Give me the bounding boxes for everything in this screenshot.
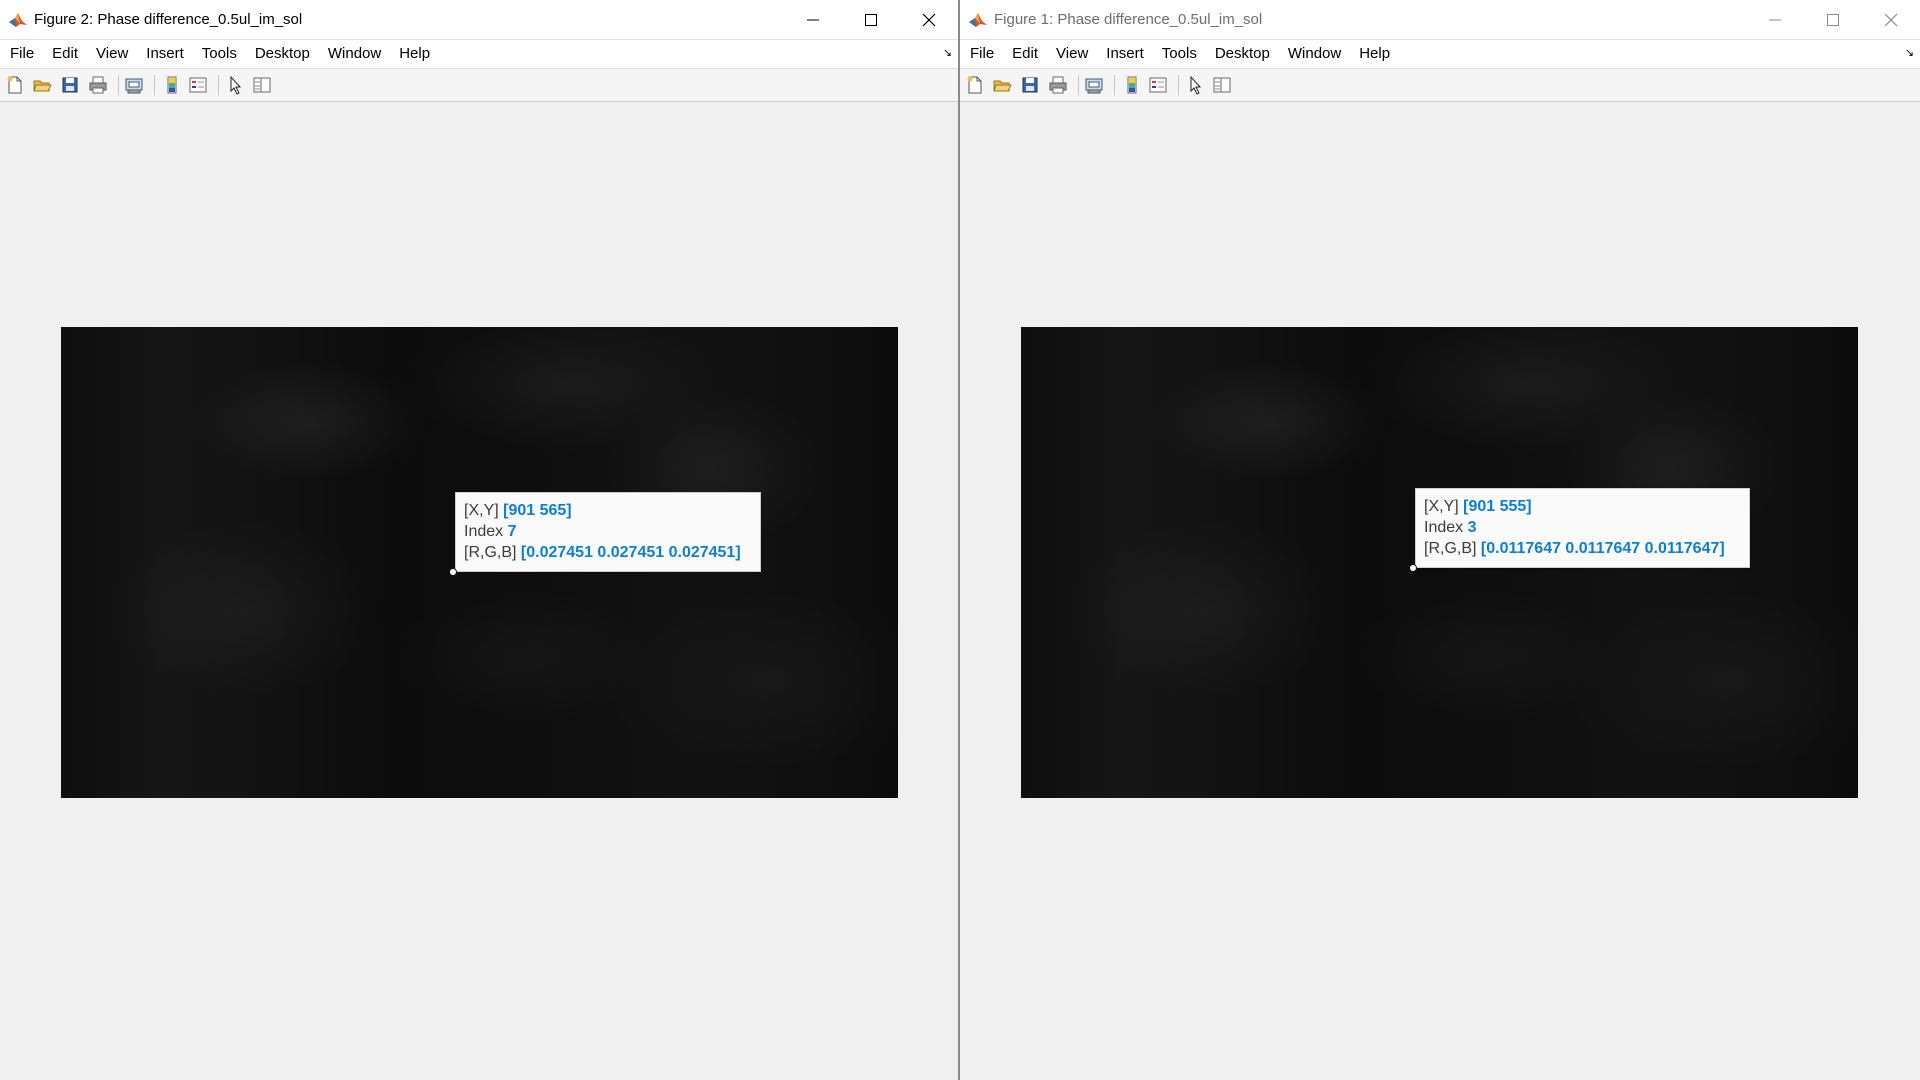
toolbar-separator xyxy=(1178,75,1179,95)
close-icon xyxy=(1884,13,1898,26)
minimize-icon xyxy=(807,19,819,20)
datatip[interactable]: [X,Y] [901 565] Index 7 [R,G,B] [0.02745… xyxy=(455,492,761,572)
menu-desktop[interactable]: Desktop xyxy=(246,40,319,68)
open-file-icon[interactable] xyxy=(992,75,1012,95)
menu-window[interactable]: Window xyxy=(319,40,390,68)
figure-toolbar xyxy=(960,69,1920,102)
menu-view[interactable]: View xyxy=(1047,40,1097,68)
rgb-value: [0.027451 0.027451 0.027451] xyxy=(520,544,741,561)
maximize-icon xyxy=(1827,13,1839,26)
close-button[interactable] xyxy=(1862,0,1920,39)
toolbar-separator xyxy=(1078,75,1079,95)
menu-file[interactable]: File xyxy=(0,40,43,68)
close-icon xyxy=(922,13,936,26)
new-figure-icon[interactable] xyxy=(965,75,985,95)
figure-1-window: Figure 1: Phase difference_0.5ul_im_sol … xyxy=(960,0,1920,1080)
print-icon[interactable] xyxy=(88,75,108,95)
datatip-xy-row: [X,Y] [901 555] xyxy=(1424,496,1742,517)
window-title: Figure 1: Phase difference_0.5ul_im_sol xyxy=(994,11,1263,28)
menu-window[interactable]: Window xyxy=(1279,40,1350,68)
rgb-label: [R,G,B] xyxy=(464,544,517,561)
menu-insert[interactable]: Insert xyxy=(1097,40,1153,68)
xy-label: [X,Y] xyxy=(464,502,499,519)
figure-toolbar xyxy=(0,69,958,102)
figure-2-window: Figure 2: Phase difference_0.5ul_im_sol … xyxy=(0,0,960,1080)
datatip-index-row: Index 7 xyxy=(464,521,753,542)
window-title: Figure 2: Phase difference_0.5ul_im_sol xyxy=(34,11,303,28)
maximize-icon xyxy=(865,13,877,26)
menu-view[interactable]: View xyxy=(87,40,137,68)
print-preview-icon[interactable] xyxy=(1084,75,1104,95)
legend-icon[interactable] xyxy=(188,75,208,95)
datatip-marker[interactable] xyxy=(449,568,457,576)
save-icon[interactable] xyxy=(1020,75,1040,95)
dock-figure-icon[interactable]: ↘ xyxy=(1905,46,1914,59)
xy-value: [901 555] xyxy=(1463,498,1532,515)
close-button[interactable] xyxy=(900,0,958,39)
datatip-rgb-row: [R,G,B] [0.0117647 0.0117647 0.0117647] xyxy=(1424,538,1742,559)
new-figure-icon[interactable] xyxy=(5,75,25,95)
datatip[interactable]: [X,Y] [901 555] Index 3 [R,G,B] [0.01176… xyxy=(1415,488,1750,568)
menu-edit[interactable]: Edit xyxy=(43,40,87,68)
legend-icon[interactable] xyxy=(1148,75,1168,95)
menu-file[interactable]: File xyxy=(960,40,1003,68)
print-preview-icon[interactable] xyxy=(124,75,144,95)
menu-edit[interactable]: Edit xyxy=(1003,40,1047,68)
minimize-button[interactable] xyxy=(1746,0,1804,39)
matlab-icon xyxy=(9,13,27,27)
datatip-marker[interactable] xyxy=(1409,564,1417,572)
index-label: Index xyxy=(1424,519,1464,536)
title-bar[interactable]: Figure 1: Phase difference_0.5ul_im_sol xyxy=(960,0,1920,40)
menu-bar: File Edit View Insert Tools Desktop Window Help… xyxy=(0,40,958,69)
menu-help[interactable]: Help xyxy=(1350,40,1399,68)
rgb-value: [0.0117647 0.0117647 0.0117647] xyxy=(1480,540,1725,557)
menu-insert[interactable]: Insert xyxy=(137,40,193,68)
property-inspector-icon[interactable] xyxy=(252,75,272,95)
menu-desktop[interactable]: Desktop xyxy=(1206,40,1279,68)
toolbar-separator xyxy=(1114,75,1115,95)
edit-plot-icon[interactable] xyxy=(1186,75,1206,95)
colorbar-icon[interactable] xyxy=(162,75,182,95)
toolbar-separator xyxy=(218,75,219,95)
maximize-button[interactable] xyxy=(842,0,900,39)
datatip-index-row: Index 3 xyxy=(1424,517,1742,538)
menu-bar: File Edit View Insert Tools Desktop Window Help… xyxy=(960,40,1920,69)
rgb-label: [R,G,B] xyxy=(1424,540,1477,557)
dock-figure-icon[interactable]: ↘ xyxy=(943,46,952,59)
minimize-button[interactable] xyxy=(784,0,842,39)
title-bar[interactable]: Figure 2: Phase difference_0.5ul_im_sol xyxy=(0,0,958,40)
property-inspector-icon[interactable] xyxy=(1212,75,1232,95)
matlab-icon xyxy=(969,13,987,27)
minimize-icon xyxy=(1769,19,1781,20)
toolbar-separator xyxy=(118,75,119,95)
colorbar-icon[interactable] xyxy=(1122,75,1142,95)
xy-value: [901 565] xyxy=(503,502,572,519)
save-icon[interactable] xyxy=(60,75,80,95)
menu-help[interactable]: Help xyxy=(390,40,439,68)
index-value: 3 xyxy=(1467,519,1477,536)
datatip-rgb-row: [R,G,B] [0.027451 0.027451 0.027451] xyxy=(464,542,753,563)
index-label: Index xyxy=(464,523,504,540)
menu-tools[interactable]: Tools xyxy=(193,40,246,68)
xy-label: [X,Y] xyxy=(1424,498,1459,515)
edit-plot-icon[interactable] xyxy=(226,75,246,95)
print-icon[interactable] xyxy=(1048,75,1068,95)
index-value: 7 xyxy=(507,523,517,540)
datatip-xy-row: [X,Y] [901 565] xyxy=(464,500,753,521)
toolbar-separator xyxy=(154,75,155,95)
menu-tools[interactable]: Tools xyxy=(1153,40,1206,68)
open-file-icon[interactable] xyxy=(32,75,52,95)
maximize-button[interactable] xyxy=(1804,0,1862,39)
